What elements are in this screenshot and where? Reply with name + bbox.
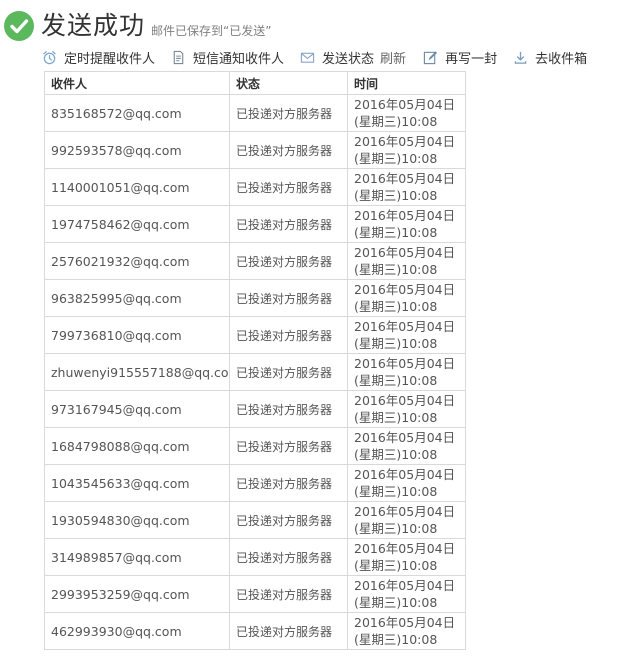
table-row: 2993953259@qq.com 已投递对方服务器 2016年05月04日(星期三… (44, 575, 466, 613)
saved-to-sent-note: 邮件已保存到“已发送” (151, 23, 272, 38)
table-row: 963825995@qq.com 已投递对方服务器 2016年05月04日(星期三)… (44, 279, 466, 317)
document-icon (173, 50, 184, 64)
status-cell: 已投递对方服务器 (229, 538, 348, 576)
table-row: 1974758462@qq.com 已投递对方服务器 2016年05月04日(星期三… (44, 205, 466, 243)
check-circle-icon (4, 11, 34, 41)
time-cell: 2016年05月04日(星期三)10:08 (347, 131, 466, 169)
write-another-button[interactable]: 再写一封 (423, 48, 497, 67)
go-inbox-label: 去收件箱 (535, 51, 588, 67)
table-header-row: 收件人 状态 时间 (44, 71, 466, 95)
status-cell: 已投递对方服务器 (229, 131, 348, 169)
recipient-cell: 835168572@qq.com (44, 94, 230, 132)
table-row: 1930594830@qq.com 已投递对方服务器 2016年05月04日(星期三… (44, 501, 466, 539)
status-cell: 已投递对方服务器 (229, 316, 348, 354)
table-row: 462993930@qq.com 已投递对方服务器 2016年05月04日(星期三)… (44, 612, 466, 650)
status-cell: 已投递对方服务器 (229, 612, 348, 650)
go-inbox-button[interactable]: 去收件箱 (513, 48, 587, 67)
table-row: 1684798088@qq.com 已投递对方服务器 2016年05月04日(星期三… (44, 427, 466, 465)
column-header-status: 状态 (229, 71, 348, 95)
column-header-time: 时间 (347, 71, 466, 95)
sms-notify-label: 短信通知收件人 (193, 51, 285, 67)
recipients-status-table: 收件人 状态 时间 835168572@qq.com 已投递对方服务器 2016年0… (44, 71, 466, 650)
column-header-recipient: 收件人 (44, 71, 230, 95)
status-cell: 已投递对方服务器 (229, 242, 348, 280)
header: 发送成功 邮件已保存到“已发送” (4, 6, 271, 46)
status-cell: 已投递对方服务器 (229, 205, 348, 243)
time-cell: 2016年05月04日(星期三)10:08 (347, 501, 466, 539)
status-cell: 已投递对方服务器 (229, 94, 348, 132)
recipient-cell: 1140001051@qq.com (44, 168, 230, 206)
recipient-cell: 963825995@qq.com (44, 279, 230, 317)
status-cell: 已投递对方服务器 (229, 279, 348, 317)
recipient-cell: 2993953259@qq.com (44, 575, 230, 613)
recipient-cell: 462993930@qq.com (44, 612, 230, 650)
schedule-remind-button[interactable]: 定时提醒收件人 (42, 48, 155, 67)
table-row: 1043545633@qq.com 已投递对方服务器 2016年05月04日(星期三… (44, 464, 466, 502)
time-cell: 2016年05月04日(星期三)10:08 (347, 279, 466, 317)
page-title: 发送成功 (41, 11, 146, 40)
envelope-icon (300, 52, 315, 63)
download-icon (514, 51, 527, 64)
table-row: zhuwenyi915557188@qq.com 已投递对方服务器 2016年05月… (44, 353, 466, 391)
recipient-cell: 1930594830@qq.com (44, 501, 230, 539)
time-cell: 2016年05月04日(星期三)10:08 (347, 353, 466, 391)
recipient-cell: 799736810@qq.com (44, 316, 230, 354)
status-cell: 已投递对方服务器 (229, 501, 348, 539)
send-status-button[interactable]: 发送状态 (300, 48, 374, 67)
recipient-cell: 1684798088@qq.com (44, 427, 230, 465)
recipient-cell: 314989857@qq.com (44, 538, 230, 576)
status-cell: 已投递对方服务器 (229, 390, 348, 428)
status-cell: 已投递对方服务器 (229, 353, 348, 391)
time-cell: 2016年05月04日(星期三)10:08 (347, 575, 466, 613)
table-row: 835168572@qq.com 已投递对方服务器 2016年05月04日(星期三)… (44, 94, 466, 132)
write-another-label: 再写一封 (445, 51, 498, 67)
time-cell: 2016年05月04日(星期三)10:08 (347, 464, 466, 502)
send-status-label: 发送状态 (322, 51, 375, 67)
table-row: 973167945@qq.com 已投递对方服务器 2016年05月04日(星期三)… (44, 390, 466, 428)
time-cell: 2016年05月04日(星期三)10:08 (347, 390, 466, 428)
table-row: 314989857@qq.com 已投递对方服务器 2016年05月04日(星期三)… (44, 538, 466, 576)
status-cell: 已投递对方服务器 (229, 464, 348, 502)
table-row: 992593578@qq.com 已投递对方服务器 2016年05月04日(星期三)… (44, 131, 466, 169)
time-cell: 2016年05月04日(星期三)10:08 (347, 242, 466, 280)
pencil-icon (423, 50, 438, 64)
time-cell: 2016年05月04日(星期三)10:08 (347, 168, 466, 206)
time-cell: 2016年05月04日(星期三)10:08 (347, 205, 466, 243)
table-row: 2576021932@qq.com 已投递对方服务器 2016年05月04日(星期三… (44, 242, 466, 280)
time-cell: 2016年05月04日(星期三)10:08 (347, 94, 466, 132)
toolbar: 定时提醒收件人 短信通知收件人 发送状态 刷新 再写一封 去收件箱 (42, 47, 587, 67)
time-cell: 2016年05月04日(星期三)10:08 (347, 427, 466, 465)
status-cell: 已投递对方服务器 (229, 575, 348, 613)
status-cell: 已投递对方服务器 (229, 427, 348, 465)
recipient-cell: 992593578@qq.com (44, 131, 230, 169)
recipient-cell: zhuwenyi915557188@qq.com (44, 353, 230, 391)
alarm-clock-icon (43, 50, 56, 64)
status-cell: 已投递对方服务器 (229, 168, 348, 206)
recipient-cell: 1974758462@qq.com (44, 205, 230, 243)
recipient-cell: 2576021932@qq.com (44, 242, 230, 280)
refresh-link[interactable]: 刷新 (380, 48, 406, 67)
table-row: 1140001051@qq.com 已投递对方服务器 2016年05月04日(星期三… (44, 168, 466, 206)
table-row: 799736810@qq.com 已投递对方服务器 2016年05月04日(星期三)… (44, 316, 466, 354)
sms-notify-button[interactable]: 短信通知收件人 (171, 48, 284, 67)
time-cell: 2016年05月04日(星期三)10:08 (347, 316, 466, 354)
recipient-cell: 1043545633@qq.com (44, 464, 230, 502)
time-cell: 2016年05月04日(星期三)10:08 (347, 538, 466, 576)
recipient-cell: 973167945@qq.com (44, 390, 230, 428)
time-cell: 2016年05月04日(星期三)10:08 (347, 612, 466, 650)
schedule-remind-label: 定时提醒收件人 (64, 51, 156, 67)
